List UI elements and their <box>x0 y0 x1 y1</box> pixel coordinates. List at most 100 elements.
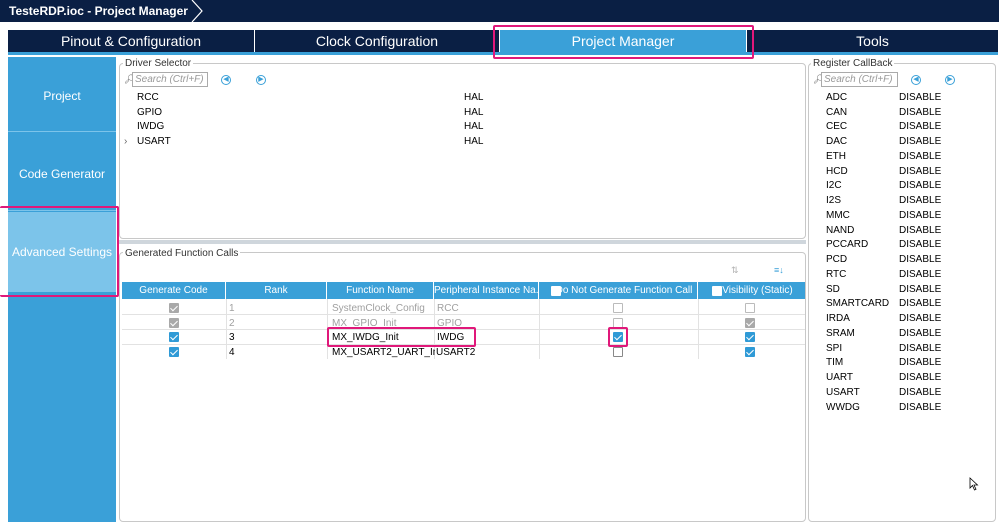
callback-name: CAN <box>826 107 848 118</box>
callback-name: HCD <box>826 166 848 177</box>
next-icon[interactable]: ▶ <box>256 75 266 85</box>
register-callback-legend: Register CallBack <box>811 58 895 69</box>
callback-value[interactable]: DISABLE <box>899 195 941 206</box>
callback-value[interactable]: DISABLE <box>899 313 941 324</box>
callback-name: CEC <box>826 121 848 132</box>
move-up-icon[interactable]: ⇅ <box>731 265 739 276</box>
header-do-not-generate-checkbox[interactable] <box>551 286 561 296</box>
driver-value[interactable]: HAL <box>464 107 483 118</box>
callback-value[interactable]: DISABLE <box>899 269 941 280</box>
callback-name: ETH <box>826 151 846 162</box>
callback-value[interactable]: DISABLE <box>899 357 941 368</box>
generate-code-checkbox[interactable] <box>169 303 179 313</box>
header-peripheral-instance[interactable]: Peripheral Instance Na... <box>434 282 539 299</box>
do-not-generate-checkbox[interactable] <box>613 318 623 328</box>
do-not-generate-checkbox[interactable] <box>613 332 623 342</box>
callback-name: RTC <box>826 269 847 280</box>
callback-name: SMARTCARD <box>826 298 890 309</box>
next-icon[interactable]: ▶ <box>945 75 955 85</box>
sidebar-item-project[interactable]: Project <box>8 57 116 132</box>
callback-value[interactable]: DISABLE <box>899 254 941 265</box>
sidebar-item-code-generator[interactable]: Code Generator <box>8 133 116 211</box>
driver-value[interactable]: HAL <box>464 136 483 147</box>
header-do-not-generate[interactable]: Do Not Generate Function Call <box>539 282 698 299</box>
row-divider <box>122 344 805 345</box>
generated-calls-legend: Generated Function Calls <box>123 248 241 259</box>
tab-project-manager[interactable]: Project Manager <box>500 30 747 52</box>
mouse-cursor-icon <box>969 477 979 491</box>
callback-name: USART <box>826 387 860 398</box>
callback-value[interactable]: DISABLE <box>899 151 941 162</box>
driver-search-input[interactable]: Search (Ctrl+F) <box>132 72 208 87</box>
do-not-generate-checkbox[interactable] <box>613 347 623 357</box>
tab-clock-configuration[interactable]: Clock Configuration <box>255 30 500 52</box>
generate-code-checkbox[interactable] <box>169 318 179 328</box>
function-name-cell: MX_USART2_UART_Init <box>332 347 435 358</box>
driver-name: USART <box>137 136 171 147</box>
driver-value[interactable]: HAL <box>464 92 483 103</box>
register-search-input[interactable]: Search (Ctrl+F) <box>821 72 898 87</box>
visibility-checkbox[interactable] <box>745 318 755 328</box>
breadcrumb-title: TesteRDP.ioc - Project Manager <box>0 0 200 22</box>
callback-value[interactable]: DISABLE <box>899 210 941 221</box>
driver-selector-panel <box>119 63 806 239</box>
generate-code-checkbox[interactable] <box>169 347 179 357</box>
callback-value[interactable]: DISABLE <box>899 387 941 398</box>
callback-name: I2S <box>826 195 842 206</box>
header-generate-code[interactable]: Generate Code <box>122 282 226 299</box>
callback-name: NAND <box>826 225 855 236</box>
callback-value[interactable]: DISABLE <box>899 92 941 103</box>
header-rank[interactable]: Rank <box>226 282 327 299</box>
callback-value[interactable]: DISABLE <box>899 166 941 177</box>
driver-name: IWDG <box>137 121 165 132</box>
callback-name: I2C <box>826 180 842 191</box>
do-not-generate-checkbox[interactable] <box>613 303 623 313</box>
rank-cell: 1 <box>229 303 235 314</box>
callback-name: SRAM <box>826 328 855 339</box>
callback-name: UART <box>826 372 854 383</box>
tab-tools[interactable]: Tools <box>747 30 998 52</box>
callback-name: SPI <box>826 343 843 354</box>
rank-cell: 3 <box>229 332 235 343</box>
peripheral-cell: USART2 <box>436 347 476 358</box>
sidebar-item-advanced-settings[interactable]: Advanced Settings <box>8 212 116 292</box>
callback-value[interactable]: DISABLE <box>899 402 941 413</box>
callback-name: WWDG <box>826 402 860 413</box>
visibility-checkbox[interactable] <box>745 332 755 342</box>
peripheral-cell: RCC <box>437 303 459 314</box>
callback-name: TIM <box>826 357 844 368</box>
callback-name: ADC <box>826 92 848 103</box>
header-visibility-checkbox[interactable] <box>712 286 722 296</box>
visibility-checkbox[interactable] <box>745 303 755 313</box>
header-function-name[interactable]: Function Name <box>327 282 434 299</box>
rank-cell: 4 <box>229 347 235 358</box>
expand-chevron-icon[interactable]: › <box>124 136 127 147</box>
callback-value[interactable]: DISABLE <box>899 180 941 191</box>
tab-underline <box>8 52 998 55</box>
callback-value[interactable]: DISABLE <box>899 328 941 339</box>
row-divider <box>122 329 805 330</box>
driver-value[interactable]: HAL <box>464 121 483 132</box>
callback-value[interactable]: DISABLE <box>899 107 941 118</box>
callback-name: MMC <box>826 210 850 221</box>
callback-value[interactable]: DISABLE <box>899 225 941 236</box>
callback-value[interactable]: DISABLE <box>899 372 941 383</box>
callback-value[interactable]: DISABLE <box>899 298 941 309</box>
callback-name: SD <box>826 284 840 295</box>
peripheral-cell: IWDG <box>437 332 465 343</box>
callback-value[interactable]: DISABLE <box>899 239 941 250</box>
previous-icon[interactable]: ◀ <box>911 75 921 85</box>
tab-pinout-configuration[interactable]: Pinout & Configuration <box>8 30 255 52</box>
panel-splitter[interactable] <box>119 240 806 244</box>
breadcrumb-chevron-icon <box>190 0 210 22</box>
callback-value[interactable]: DISABLE <box>899 136 941 147</box>
callback-name: PCCARD <box>826 239 869 250</box>
callback-value[interactable]: DISABLE <box>899 284 941 295</box>
callback-value[interactable]: DISABLE <box>899 121 941 132</box>
callback-value[interactable]: DISABLE <box>899 343 941 354</box>
visibility-checkbox[interactable] <box>745 347 755 357</box>
generate-code-checkbox[interactable] <box>169 332 179 342</box>
previous-icon[interactable]: ◀ <box>221 75 231 85</box>
sort-icon[interactable]: ≡↓ <box>774 265 784 275</box>
row-divider <box>122 314 805 315</box>
